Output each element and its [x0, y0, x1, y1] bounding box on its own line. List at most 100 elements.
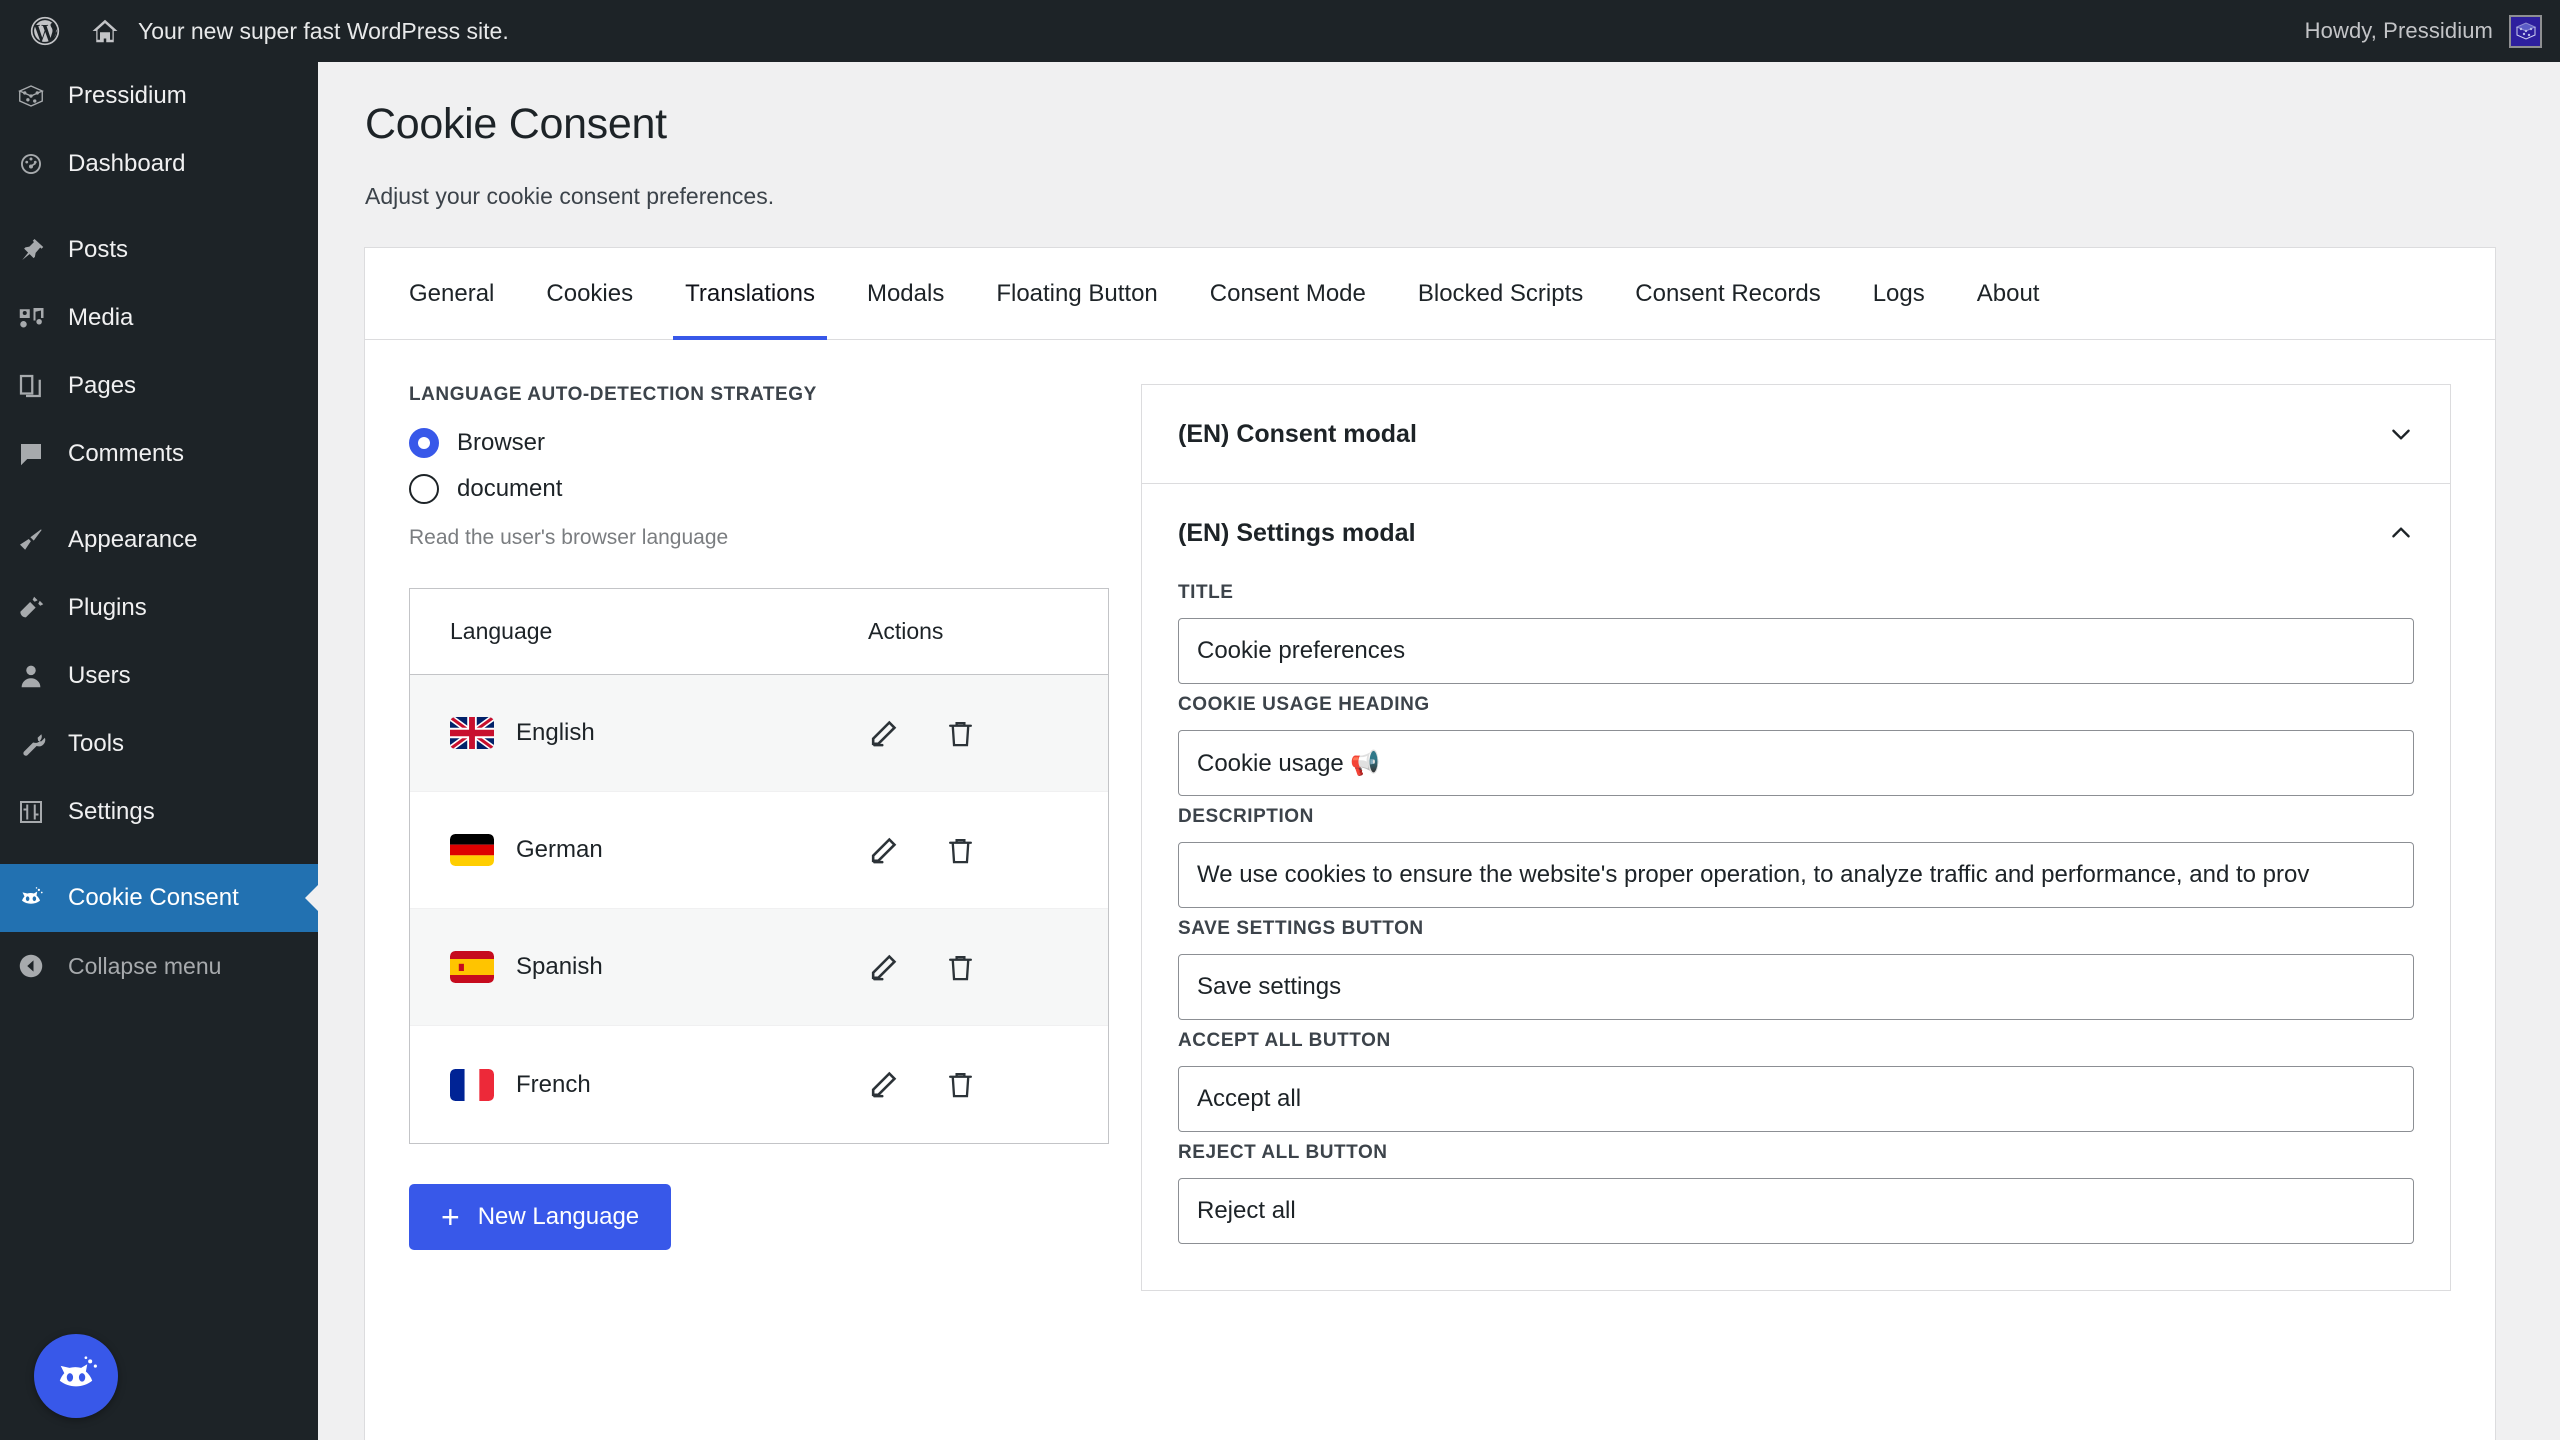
wordpress-logo-button[interactable]: [14, 0, 76, 62]
sidebar-item-comments[interactable]: Comments: [0, 420, 318, 488]
sidebar-item-plugins[interactable]: Plugins: [0, 574, 318, 642]
pencil-icon[interactable]: [868, 835, 899, 866]
field-label-reject-all-button: REJECT ALL BUTTON: [1178, 1142, 1388, 1163]
accept-all-button-input[interactable]: Accept all: [1178, 1066, 2414, 1132]
sidebar-item-users[interactable]: Users: [0, 642, 318, 710]
sidebar-item-posts[interactable]: Posts: [0, 216, 318, 284]
reject-all-button-input[interactable]: Reject all: [1178, 1178, 2414, 1244]
tab-logs[interactable]: Logs: [1847, 248, 1951, 339]
tab-blocked-scripts[interactable]: Blocked Scripts: [1392, 248, 1609, 339]
accordion-title: (EN) Consent modal: [1178, 419, 1417, 448]
sidebar-item-cookie-consent[interactable]: Cookie Consent: [0, 864, 318, 932]
pencil-icon[interactable]: [868, 718, 899, 749]
new-language-button[interactable]: + New Language: [409, 1184, 672, 1250]
radio-document-input[interactable]: [409, 474, 439, 504]
accordion-header-consent-modal[interactable]: (EN) Consent modal: [1142, 385, 2450, 483]
tab-floating-button[interactable]: Floating Button: [970, 248, 1183, 339]
settings-card: General Cookies Translations Modals Floa…: [364, 247, 2496, 1440]
howdy-greeting[interactable]: Howdy, Pressidium: [2305, 18, 2493, 44]
sidebar-item-media[interactable]: Media: [0, 284, 318, 352]
settings-sliders-icon: [16, 797, 64, 827]
sidebar-item-label: Media: [68, 304, 134, 331]
plus-icon: +: [441, 1199, 460, 1235]
tab-translations[interactable]: Translations: [659, 248, 841, 340]
languages-table: Language Actions English German Spanish …: [409, 588, 1109, 1144]
page-header: Cookie Consent Adjust your cookie consen…: [318, 62, 2560, 210]
admin-sidebar: Pressidium Dashboard Posts Media Pages C…: [0, 62, 318, 1440]
avatar[interactable]: [2509, 14, 2542, 48]
uk-flag: [450, 717, 494, 749]
users-icon: [16, 661, 64, 691]
accordion: (EN) Consent modal (EN) Settings modal T…: [1141, 384, 2451, 1291]
column-header-actions: Actions: [868, 618, 944, 644]
radio-browser-input[interactable]: [409, 428, 439, 458]
form-group-save-settings-button: SAVE SETTINGS BUTTON Save settings: [1178, 918, 2414, 1020]
tab-modals[interactable]: Modals: [841, 248, 970, 339]
germany-flag: [450, 834, 494, 866]
tab-cookies[interactable]: Cookies: [520, 248, 659, 339]
translations-editor-panel: (EN) Consent modal (EN) Settings modal T…: [1141, 384, 2451, 1291]
france-flag: [450, 1068, 494, 1101]
save-settings-button-input[interactable]: Save settings: [1178, 954, 2414, 1020]
sidebar-item-label: Tools: [68, 730, 125, 757]
sidebar-item-label: Pressidium: [68, 82, 187, 109]
sidebar-item-appearance[interactable]: Appearance: [0, 506, 318, 574]
trash-icon[interactable]: [945, 835, 976, 866]
accordion-body-settings-modal: TITLE Cookie preferences COOKIE USAGE HE…: [1142, 582, 2450, 1290]
chevron-down-icon[interactable]: [2388, 421, 2414, 447]
sidebar-item-pages[interactable]: Pages: [0, 352, 318, 420]
chevron-up-icon[interactable]: [2388, 520, 2414, 546]
form-group-description: DESCRIPTION We use cookies to ensure the…: [1178, 806, 2414, 908]
admin-bar-right: Howdy, Pressidium: [2305, 0, 2560, 62]
new-language-label: New Language: [477, 1203, 640, 1230]
tab-consent-records[interactable]: Consent Records: [1609, 248, 1846, 339]
cookie-consent-floating-button[interactable]: [34, 1334, 118, 1418]
tab-general[interactable]: General: [383, 248, 520, 339]
media-icon: [16, 303, 64, 333]
description-input[interactable]: We use cookies to ensure the website's p…: [1178, 842, 2414, 908]
wordpress-icon: [28, 14, 62, 48]
table-row: French: [410, 1026, 1108, 1143]
collapse-arrow-icon: [16, 951, 64, 981]
table-row: Spanish: [410, 909, 1108, 1026]
pressidium-avatar-icon: [2515, 22, 2536, 40]
sidebar-item-label: Appearance: [68, 526, 198, 553]
site-home-button[interactable]: [76, 0, 134, 62]
language-name: French: [516, 1070, 591, 1098]
translations-pane: LANGUAGE AUTO-DETECTION STRATEGY Browser…: [365, 340, 2495, 1291]
field-label-accept-all-button: ACCEPT ALL BUTTON: [1178, 1030, 1391, 1051]
language-name: English: [516, 719, 595, 746]
accordion-item-consent-modal: (EN) Consent modal: [1142, 385, 2450, 483]
tab-about[interactable]: About: [1951, 248, 2066, 339]
sidebar-item-settings[interactable]: Settings: [0, 778, 318, 846]
trash-icon[interactable]: [945, 718, 976, 749]
sidebar-separator: [0, 488, 318, 506]
collapse-menu-label: Collapse menu: [68, 952, 222, 979]
site-name-label[interactable]: Your new super fast WordPress site.: [134, 0, 523, 62]
form-group-title: TITLE Cookie preferences: [1178, 582, 2414, 684]
sidebar-item-label: Pages: [68, 372, 137, 399]
tab-consent-mode[interactable]: Consent Mode: [1184, 248, 1392, 339]
cookie-usage-heading-input[interactable]: Cookie usage 📢: [1178, 730, 2414, 796]
sidebar-item-label: Dashboard: [68, 150, 186, 177]
appearance-brush-icon: [16, 525, 64, 555]
trash-icon[interactable]: [945, 952, 976, 983]
table-row: German: [410, 792, 1108, 909]
field-label-save-settings-button: SAVE SETTINGS BUTTON: [1178, 918, 1424, 939]
title-input[interactable]: Cookie preferences: [1178, 618, 2414, 684]
sidebar-item-tools[interactable]: Tools: [0, 710, 318, 778]
sidebar-item-dashboard[interactable]: Dashboard: [0, 130, 318, 198]
plugins-plug-icon: [16, 593, 64, 623]
radio-option-browser[interactable]: Browser: [409, 420, 1109, 466]
pencil-icon[interactable]: [868, 952, 899, 983]
trash-icon[interactable]: [945, 1069, 976, 1100]
accordion-title: (EN) Settings modal: [1178, 518, 1416, 547]
sidebar-item-label: Posts: [68, 236, 129, 263]
accordion-header-settings-modal[interactable]: (EN) Settings modal: [1142, 484, 2450, 582]
home-icon: [90, 16, 120, 46]
radio-option-document[interactable]: document: [409, 466, 1109, 512]
sidebar-item-pressidium[interactable]: Pressidium: [0, 62, 318, 130]
comments-icon: [16, 439, 64, 469]
pencil-icon[interactable]: [868, 1069, 899, 1100]
collapse-menu-button[interactable]: Collapse menu: [0, 932, 318, 1000]
